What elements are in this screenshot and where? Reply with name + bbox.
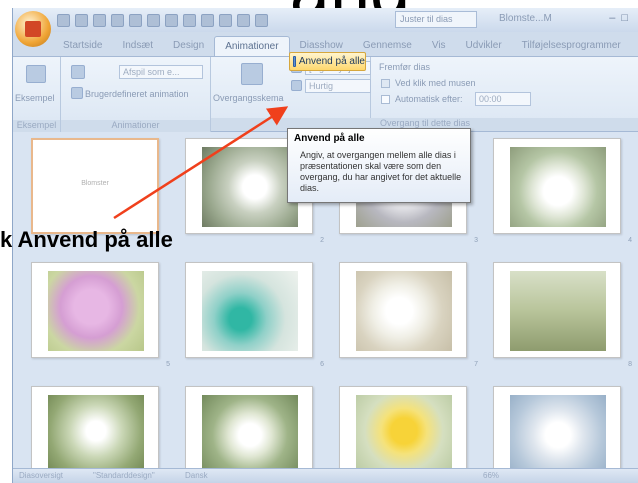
office-button[interactable] [15, 11, 51, 47]
slide-thumb-9[interactable]: 9 [31, 386, 159, 468]
title-bar: Juster til dias Blomste...M – □ [13, 8, 638, 32]
undo-icon[interactable] [75, 13, 88, 27]
zoom-level[interactable]: 66% [483, 471, 499, 480]
flower-photo [356, 271, 452, 351]
speed-icon [291, 80, 302, 91]
slide-number: 4 [628, 237, 632, 244]
slide-number: 5 [166, 361, 170, 368]
window-controls: – □ [609, 12, 628, 24]
status-bar: Diasoversigt "Standarddesign" Dansk 66% [13, 468, 638, 483]
on-click-checkbox[interactable] [381, 79, 390, 88]
flower-photo [510, 147, 606, 227]
slide-thumb-6[interactable]: 6 [185, 262, 324, 368]
group-animationer: Afspil som e... Brugerdefineret animatio… [61, 57, 211, 133]
on-click-label: Ved klik med musen [395, 78, 476, 88]
slide-number: 2 [320, 237, 324, 244]
status-view: Diasoversigt [19, 471, 64, 480]
auto-after-label: Automatisk efter: [395, 94, 463, 104]
align-left-icon[interactable] [165, 13, 178, 27]
tab-indsaet[interactable]: Indsæt [112, 36, 163, 56]
flower-photo [202, 271, 298, 351]
instruction-callout: k Anvend på alle [0, 227, 173, 252]
flower-photo [356, 395, 452, 468]
save-icon[interactable] [57, 13, 70, 27]
flower-photo [510, 271, 606, 351]
slide-thumb-10[interactable]: 10 [185, 386, 313, 468]
slide-1-text: Blomster [81, 180, 109, 187]
arrange-icon[interactable] [237, 13, 250, 27]
flower-photo [48, 395, 144, 468]
slide-number: 6 [320, 361, 324, 368]
office-logo-icon [25, 21, 41, 37]
tooltip-body: Angiv, at overgangen mellem alle dias i … [300, 150, 462, 193]
preview-icon[interactable] [26, 65, 46, 83]
apply-to-all-button[interactable]: Anvend på alle [289, 52, 366, 71]
flower-photo [202, 395, 298, 468]
apply-to-all-tooltip: Anvend på alle Angiv, at overgangen mell… [287, 128, 471, 203]
tab-tilfoejelsesprogrammer[interactable]: Tilføjelsesprogrammer [512, 36, 631, 56]
custom-animation-button[interactable]: Brugerdefineret animation [85, 89, 189, 99]
slide-thumb-12[interactable]: 12 [493, 386, 621, 468]
open-icon[interactable] [129, 13, 142, 27]
eksempel-button[interactable]: Eksempel [15, 93, 55, 103]
quick-access-toolbar [57, 12, 268, 28]
new-icon[interactable] [111, 13, 124, 27]
align-center-icon[interactable] [183, 13, 196, 27]
window-title: Blomste...M [499, 13, 552, 24]
minimize-icon[interactable]: – [609, 12, 615, 24]
tooltip-title: Anvend på alle [294, 133, 365, 144]
status-language: Dansk [185, 471, 208, 480]
flower-photo [202, 147, 298, 227]
context-field[interactable]: Juster til dias [395, 11, 477, 28]
slide-number: 3 [474, 237, 478, 244]
flower-photo [48, 271, 144, 351]
tab-startside[interactable]: Startside [53, 36, 112, 56]
print-icon[interactable] [147, 13, 160, 27]
redo-icon[interactable] [93, 13, 106, 27]
maximize-icon[interactable]: □ [621, 12, 628, 24]
align-right-icon[interactable] [201, 13, 214, 27]
tab-vis[interactable]: Vis [422, 36, 456, 56]
shape-icon[interactable] [219, 13, 232, 27]
animate-icon [71, 65, 85, 79]
slide-number: 8 [628, 361, 632, 368]
auto-after-input[interactable]: 00:00 [475, 92, 531, 106]
slide-thumb-1[interactable]: Blomster [31, 138, 159, 234]
status-theme: "Standarddesign" [93, 471, 155, 480]
animation-combo[interactable]: Afspil som e... [119, 65, 203, 79]
tab-udvikler[interactable]: Udvikler [456, 36, 512, 56]
auto-after-checkbox[interactable] [381, 95, 390, 104]
transition-scheme-button[interactable]: Overgangsskema [213, 93, 284, 103]
tab-design[interactable]: Design [163, 36, 214, 56]
custom-animation-icon [71, 87, 83, 99]
slide-thumb-11[interactable]: 11 [339, 386, 467, 468]
apply-to-all-icon [293, 56, 296, 67]
slide-number: 7 [474, 361, 478, 368]
flower-photo [510, 395, 606, 468]
slide-thumb-8[interactable]: 8 [493, 262, 632, 368]
tab-animationer[interactable]: Animationer [214, 36, 290, 56]
advance-slide-label: Fremfør dias [379, 62, 431, 72]
speed-combo[interactable]: Hurtig [305, 79, 371, 93]
transition-scheme-icon[interactable] [241, 63, 263, 85]
slide-thumb-7[interactable]: 7 [339, 262, 478, 368]
slide-thumb-5[interactable]: 5 [31, 262, 170, 368]
slideshow-icon[interactable] [255, 13, 268, 27]
apply-to-all-label: Anvend på alle [298, 56, 365, 67]
group-eksempel: Eksempel Eksempel [13, 57, 61, 133]
slide-thumb-4[interactable]: 4 [493, 138, 632, 244]
